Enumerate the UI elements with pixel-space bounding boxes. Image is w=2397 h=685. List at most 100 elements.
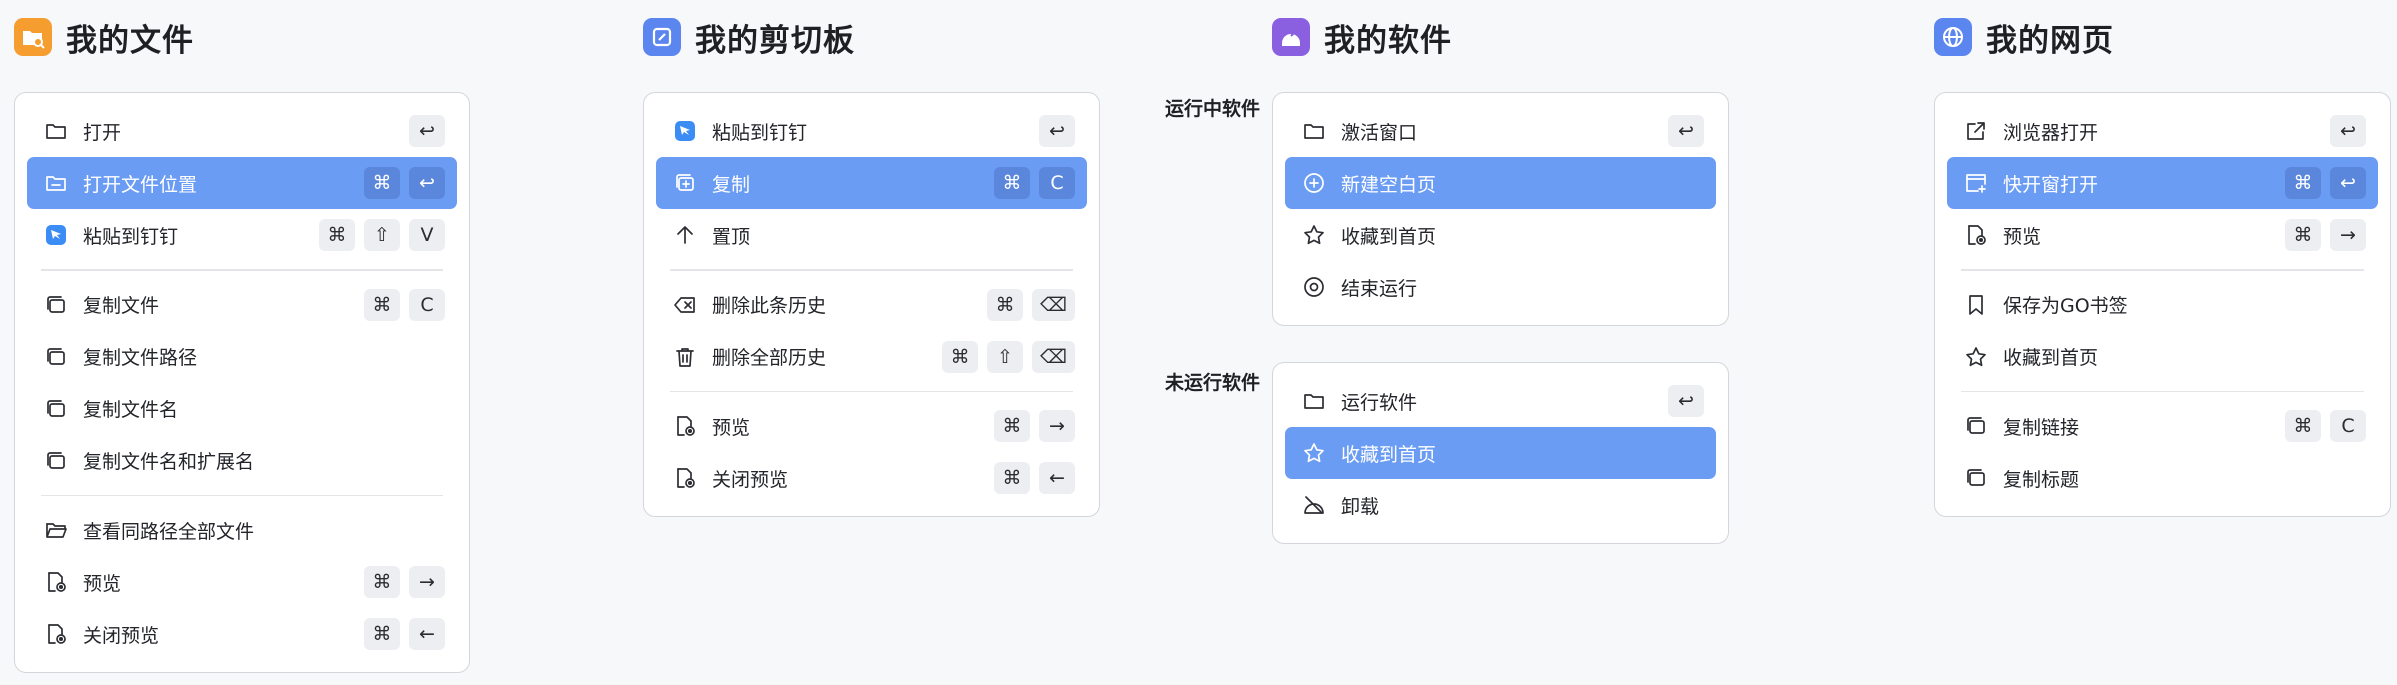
menu-item[interactable]: 打开 ↩ — [27, 105, 457, 157]
key-c: C — [1039, 167, 1075, 199]
key-c: C — [2330, 410, 2366, 442]
menu-item-label: 快开窗打开 — [2003, 173, 2099, 196]
web-app-logo-icon — [1934, 18, 1972, 56]
uninstall-icon — [1301, 492, 1327, 518]
menu-item[interactable]: 激活窗口 ↩ — [1285, 105, 1716, 157]
key-command: ⌘ — [364, 288, 400, 321]
key-command: ⌘ — [2285, 410, 2321, 442]
menu-item[interactable]: 复制标题 — [1947, 452, 2378, 504]
clipboard-header: 我的剪切板 — [643, 17, 855, 59]
shortcut-keys: ⌘ ⇧ V — [319, 219, 445, 251]
menu-item[interactable]: 复制 ⌘ C — [656, 157, 1087, 209]
shortcut-keys: ↩ — [2330, 115, 2366, 147]
shortcut-keys: ⌘ ↩ — [364, 167, 445, 199]
dingtalk-icon — [672, 118, 698, 144]
copy-icon — [1963, 465, 1989, 491]
web-header: 我的网页 — [1934, 17, 2114, 59]
key-c: C — [409, 288, 445, 321]
menu-item-label: 复制文件名和扩展名 — [83, 451, 255, 473]
menu-item-label: 删除此条历史 — [712, 295, 827, 317]
arrow-up-icon — [672, 222, 698, 248]
menu-item[interactable]: 复制文件名和扩展名 — [27, 435, 457, 487]
web-title: 我的网页 — [1986, 22, 2114, 59]
shortcut-keys: ⌘ ← — [364, 618, 445, 650]
files-action-menu: 打开 ↩ 打开文件位置 ⌘ ↩ 粘贴到钉钉 ⌘ ⇧ V 复制文件 ⌘ C 复制文件路径 复制文件名 复制文件… — [14, 92, 470, 673]
menu-item[interactable]: 关闭预览 ⌘ ← — [656, 452, 1087, 504]
shortcut-keys: ↩ — [1668, 115, 1704, 147]
menu-item[interactable]: 新建空白页 — [1285, 157, 1716, 209]
menu-item-label: 复制文件名 — [83, 399, 179, 421]
shortcut-keys: ↩ — [409, 115, 445, 147]
key-command: ⌘ — [994, 462, 1030, 494]
key-command: ⌘ — [364, 167, 400, 199]
menu-divider — [1961, 269, 2364, 271]
menu-item-label: 粘贴到钉钉 — [712, 121, 808, 144]
not-running-software-menu: 运行软件 ↩ 收藏到首页 卸载 — [1272, 362, 1729, 544]
menu-item[interactable]: 复制文件路径 — [27, 331, 457, 383]
menu-item[interactable]: 打开文件位置 ⌘ ↩ — [27, 157, 457, 209]
menu-item[interactable]: 收藏到首页 — [1947, 331, 2378, 383]
menu-item[interactable]: 删除此条历史 ⌘ ⌫ — [656, 279, 1087, 331]
menu-item[interactable]: 预览 ⌘ → — [27, 556, 457, 608]
folder-icon — [1301, 388, 1327, 414]
menu-divider — [41, 269, 443, 271]
menu-item[interactable]: 查看同路径全部文件 — [27, 504, 457, 556]
copy-icon — [1963, 413, 1989, 439]
running-software-menu: 激活窗口 ↩ 新建空白页收藏到首页 结束运行 — [1272, 92, 1729, 326]
key-command: ⌘ — [2285, 167, 2321, 199]
menu-item[interactable]: 收藏到首页 — [1285, 427, 1716, 479]
key-shift: ⇧ — [987, 340, 1024, 373]
not-running-software-label: 未运行软件 — [1165, 372, 1261, 394]
menu-item-label: 查看同路径全部文件 — [83, 520, 255, 543]
menu-item[interactable]: 删除全部历史 ⌘ ⇧ ⌫ — [656, 331, 1087, 383]
menu-item[interactable]: 运行软件 ↩ — [1285, 375, 1716, 427]
menu-item[interactable]: 快开窗打开 ⌘ ↩ — [1947, 157, 2378, 209]
files-title: 我的文件 — [66, 22, 194, 59]
shortcut-keys: ⌘ ⌫ — [987, 288, 1075, 321]
menu-item[interactable]: 预览 ⌘ → — [656, 400, 1087, 452]
menu-item[interactable]: 粘贴到钉钉 ↩ — [656, 105, 1087, 157]
menu-item-label: 置顶 — [712, 225, 751, 248]
menu-divider — [41, 494, 443, 496]
star-icon — [1301, 440, 1327, 466]
menu-item[interactable]: 卸载 — [1285, 479, 1716, 531]
menu-item-label: 粘贴到钉钉 — [83, 225, 179, 248]
key-enter: ↩ — [1668, 385, 1704, 417]
key-enter: ↩ — [409, 167, 445, 199]
menu-item[interactable]: 浏览器打开 ↩ — [1947, 105, 2378, 157]
key-arrow-right: → — [2330, 219, 2366, 251]
key-arrow-right: → — [1039, 410, 1075, 442]
key-enter: ↩ — [2330, 115, 2366, 147]
key-command: ⌘ — [319, 219, 355, 251]
shortcut-keys: ⌘ ⇧ ⌫ — [942, 340, 1075, 373]
menu-item[interactable]: 复制文件名 — [27, 383, 457, 435]
delete-back-icon — [672, 292, 698, 318]
menu-item[interactable]: 收藏到首页 — [1285, 209, 1716, 261]
menu-item-label: 复制文件 — [83, 295, 160, 317]
menu-item-label: 新建空白页 — [1341, 173, 1437, 196]
shortcut-keys: ⌘ C — [364, 288, 445, 321]
menu-item[interactable]: 复制文件 ⌘ C — [27, 279, 457, 331]
menu-item-label: 预览 — [2003, 225, 2042, 248]
menu-item-label: 打开 — [83, 121, 122, 144]
menu-item[interactable]: 结束运行 — [1285, 261, 1716, 313]
menu-item[interactable]: 复制链接 ⌘ C — [1947, 400, 2378, 452]
key-command: ⌘ — [364, 566, 400, 598]
menu-item-label: 复制文件路径 — [83, 347, 198, 369]
menu-item[interactable]: 粘贴到钉钉 ⌘ ⇧ V — [27, 209, 457, 261]
key-command: ⌘ — [987, 288, 1024, 321]
star-icon — [1963, 344, 1989, 370]
menu-item[interactable]: 预览 ⌘ → — [1947, 209, 2378, 261]
file-preview-icon — [1963, 222, 1989, 248]
menu-item-label: 预览 — [83, 572, 122, 595]
key-enter: ↩ — [409, 115, 445, 147]
menu-item[interactable]: 关闭预览 ⌘ ← — [27, 608, 457, 660]
copy-plus-icon — [672, 170, 698, 196]
folder-icon — [1301, 118, 1327, 144]
menu-divider — [1961, 390, 2364, 392]
key-command: ⌘ — [2285, 219, 2321, 251]
menu-item[interactable]: 保存为GO书签 — [1947, 279, 2378, 331]
software-app-logo-icon — [1272, 18, 1310, 56]
stop-circle-icon — [1301, 274, 1327, 300]
menu-item[interactable]: 置顶 — [656, 209, 1087, 261]
